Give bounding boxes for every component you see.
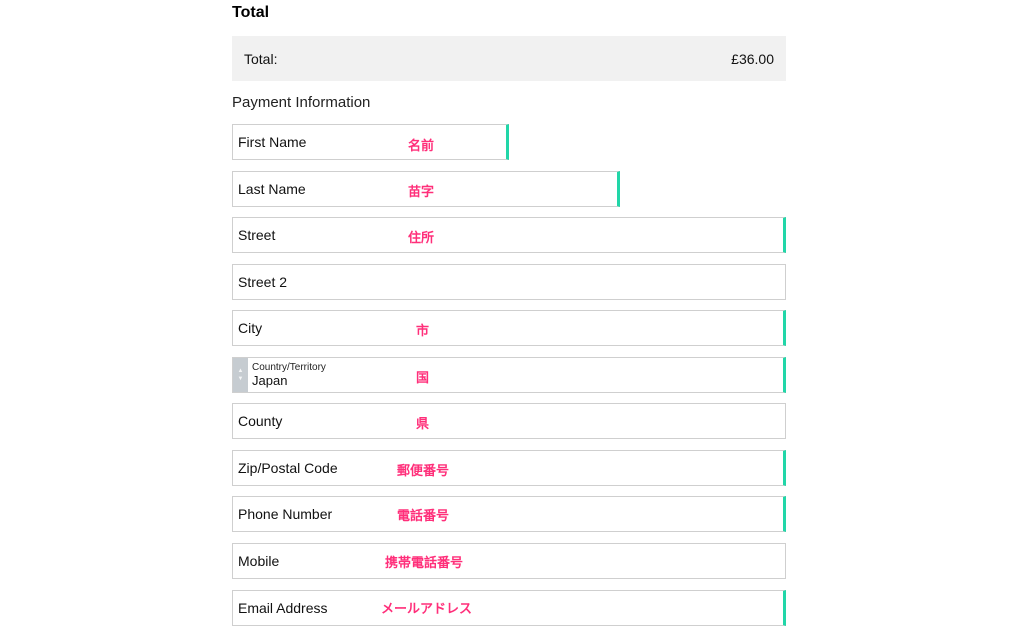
updown-chevron-icon: ▲ ▼ (233, 358, 248, 392)
street-placeholder: Street (238, 227, 276, 243)
total-summary: Total: £36.00 (232, 36, 786, 81)
street-2-placeholder: Street 2 (238, 274, 288, 290)
street-annotation: 住所 (408, 230, 435, 245)
street-field[interactable]: Street (232, 217, 786, 253)
phone-number-placeholder: Phone Number (238, 506, 333, 522)
city-placeholder: City (238, 320, 263, 336)
county-annotation: 県 (416, 416, 430, 431)
phone-annotation: 電話番号 (397, 508, 450, 523)
email-address-field[interactable]: Email Address (232, 590, 786, 626)
country-select-value: Japan (252, 373, 288, 388)
first-name-field[interactable]: First Name (232, 124, 509, 160)
county-field[interactable]: County (232, 403, 786, 439)
county-placeholder: County (238, 413, 283, 429)
payment-information-title: Payment Information (232, 94, 371, 111)
street-2-field[interactable]: Street 2 (232, 264, 786, 300)
zip-postal-code-placeholder: Zip/Postal Code (238, 460, 338, 476)
zip-postal-code-field[interactable]: Zip/Postal Code (232, 450, 786, 486)
total-label: Total: (244, 50, 278, 67)
country-annotation: 国 (416, 370, 430, 385)
first-name-placeholder: First Name (238, 134, 307, 150)
mobile-field[interactable]: Mobile (232, 543, 786, 579)
last-name-placeholder: Last Name (238, 181, 306, 197)
city-annotation: 市 (416, 323, 430, 338)
section-title-total: Total (232, 4, 270, 21)
zip-annotation: 郵便番号 (397, 463, 450, 478)
mobile-annotation: 携帯電話番号 (385, 555, 464, 570)
total-amount: £36.00 (731, 50, 774, 67)
last-name-annotation: 苗字 (408, 184, 435, 199)
city-field[interactable]: City (232, 310, 786, 346)
email-address-placeholder: Email Address (238, 600, 328, 616)
first-name-annotation: 名前 (408, 138, 435, 153)
mobile-placeholder: Mobile (238, 553, 280, 569)
email-annotation: メールアドレス (381, 601, 473, 616)
country-select-label: Country/Territory (252, 362, 326, 373)
country-select[interactable]: ▲ ▼ Country/Territory Japan (232, 357, 786, 393)
phone-number-field[interactable]: Phone Number (232, 496, 786, 532)
